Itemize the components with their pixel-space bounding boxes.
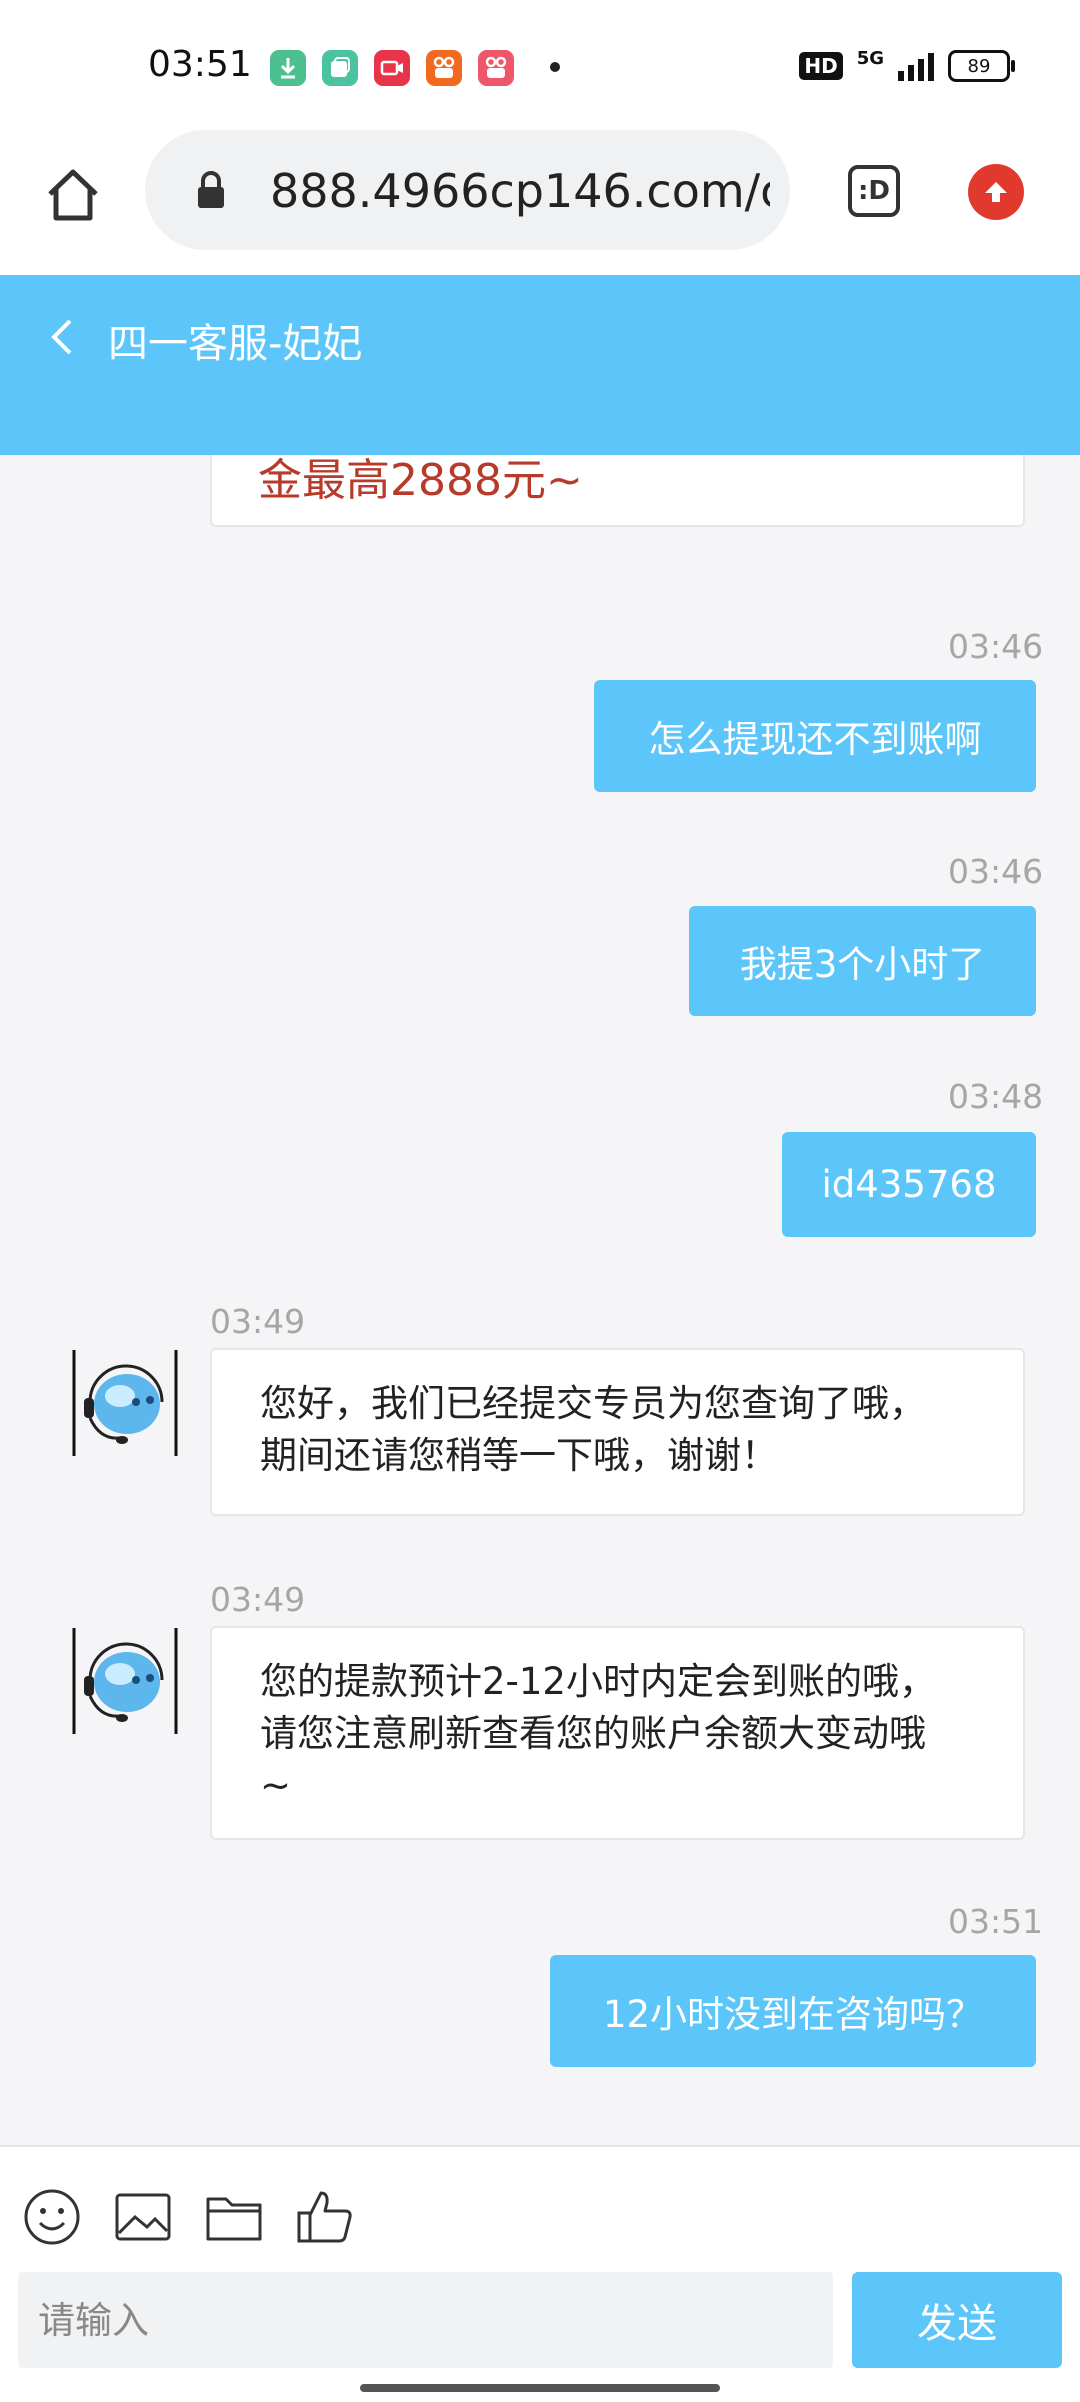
chat-title: 四一客服-妃妃 [108, 321, 363, 367]
promo-text: 金最高2888元~ [258, 455, 583, 506]
gesture-nav-handle[interactable] [360, 2384, 720, 2392]
message-timestamp: 03:49 [210, 1580, 306, 1619]
home-icon[interactable] [38, 160, 108, 230]
message-timestamp: 03:48 [948, 1077, 1044, 1116]
message-line: 您好，我们已经提交专员为您查询了哦， [260, 1382, 926, 1425]
status-right: HD 5G 89 [799, 46, 1015, 86]
video-icon [374, 50, 410, 86]
agent-avatar [70, 1348, 180, 1458]
message-text: 怎么提现还不到账啊 [648, 718, 982, 761]
agent-avatar [70, 1626, 180, 1736]
message-outgoing: id435768 [782, 1132, 1036, 1237]
signal-icon [898, 51, 934, 81]
message-text: 我提3个小时了 [739, 943, 986, 986]
kuaishou-icon [478, 50, 514, 86]
upload-icon[interactable] [968, 164, 1024, 220]
layers-icon [322, 50, 358, 86]
tab-switcher-button[interactable]: :D [848, 165, 900, 217]
message-outgoing: 怎么提现还不到账啊 [594, 680, 1036, 792]
message-line: 您的提款预计2-12小时内定会到账的哦， [260, 1660, 936, 1703]
battery-icon: 89 [948, 50, 1015, 82]
message-timestamp: 03:46 [948, 627, 1044, 666]
message-outgoing: 12小时没到在咨询吗？ [550, 1955, 1036, 2067]
status-time: 03:51 [148, 44, 252, 85]
message-text: 12小时没到在咨询吗？ [602, 1993, 984, 2036]
back-icon[interactable] [44, 313, 80, 361]
chat-header: 四一客服-妃妃 [0, 275, 1080, 455]
emoji-icon[interactable] [22, 2187, 82, 2247]
message-incoming: 您的提款预计2-12小时内定会到账的哦， 请您注意刷新查看您的账户余额大变动哦 … [210, 1626, 1025, 1840]
hd-badge: HD [799, 52, 843, 80]
status-bar: 03:51 HD 5G 89 [0, 0, 1080, 130]
message-input[interactable] [18, 2272, 833, 2368]
address-bar[interactable]: 888.4966cp146.com/chat [145, 130, 790, 250]
message-timestamp: 03:49 [210, 1302, 306, 1341]
image-icon[interactable] [113, 2187, 173, 2247]
message-incoming-promo: 金最高2888元~ [210, 455, 1025, 527]
message-timestamp: 03:46 [948, 852, 1044, 891]
url-text[interactable]: 888.4966cp146.com/chat [270, 165, 770, 217]
thumbs-up-icon[interactable] [295, 2187, 355, 2247]
chat-message-list[interactable]: 金最高2888元~ 03:46 怎么提现还不到账啊 03:46 我提3个小时了 … [0, 455, 1080, 2145]
message-line: 请您注意刷新查看您的账户余额大变动哦 [260, 1712, 926, 1755]
message-line: 期间还请您稍等一下哦，谢谢！ [260, 1434, 778, 1477]
message-incoming: 您好，我们已经提交专员为您查询了哦， 期间还请您稍等一下哦，谢谢！ [210, 1348, 1025, 1516]
composer: 发送 [0, 2145, 1080, 2402]
lock-icon [195, 170, 227, 210]
message-line: ~ [260, 1764, 292, 1807]
battery-level: 89 [967, 55, 991, 77]
more-notifications-dot [550, 62, 560, 72]
network-label: 5G [856, 47, 884, 69]
message-timestamp: 03:51 [948, 1902, 1044, 1941]
send-button[interactable]: 发送 [852, 2272, 1062, 2368]
folder-icon[interactable] [204, 2187, 264, 2247]
kuaishou-icon [426, 50, 462, 86]
browser-toolbar: 888.4966cp146.com/chat :D [0, 130, 1080, 275]
download-icon [270, 50, 306, 86]
message-outgoing: 我提3个小时了 [689, 906, 1036, 1016]
message-text: id435768 [821, 1163, 997, 1206]
